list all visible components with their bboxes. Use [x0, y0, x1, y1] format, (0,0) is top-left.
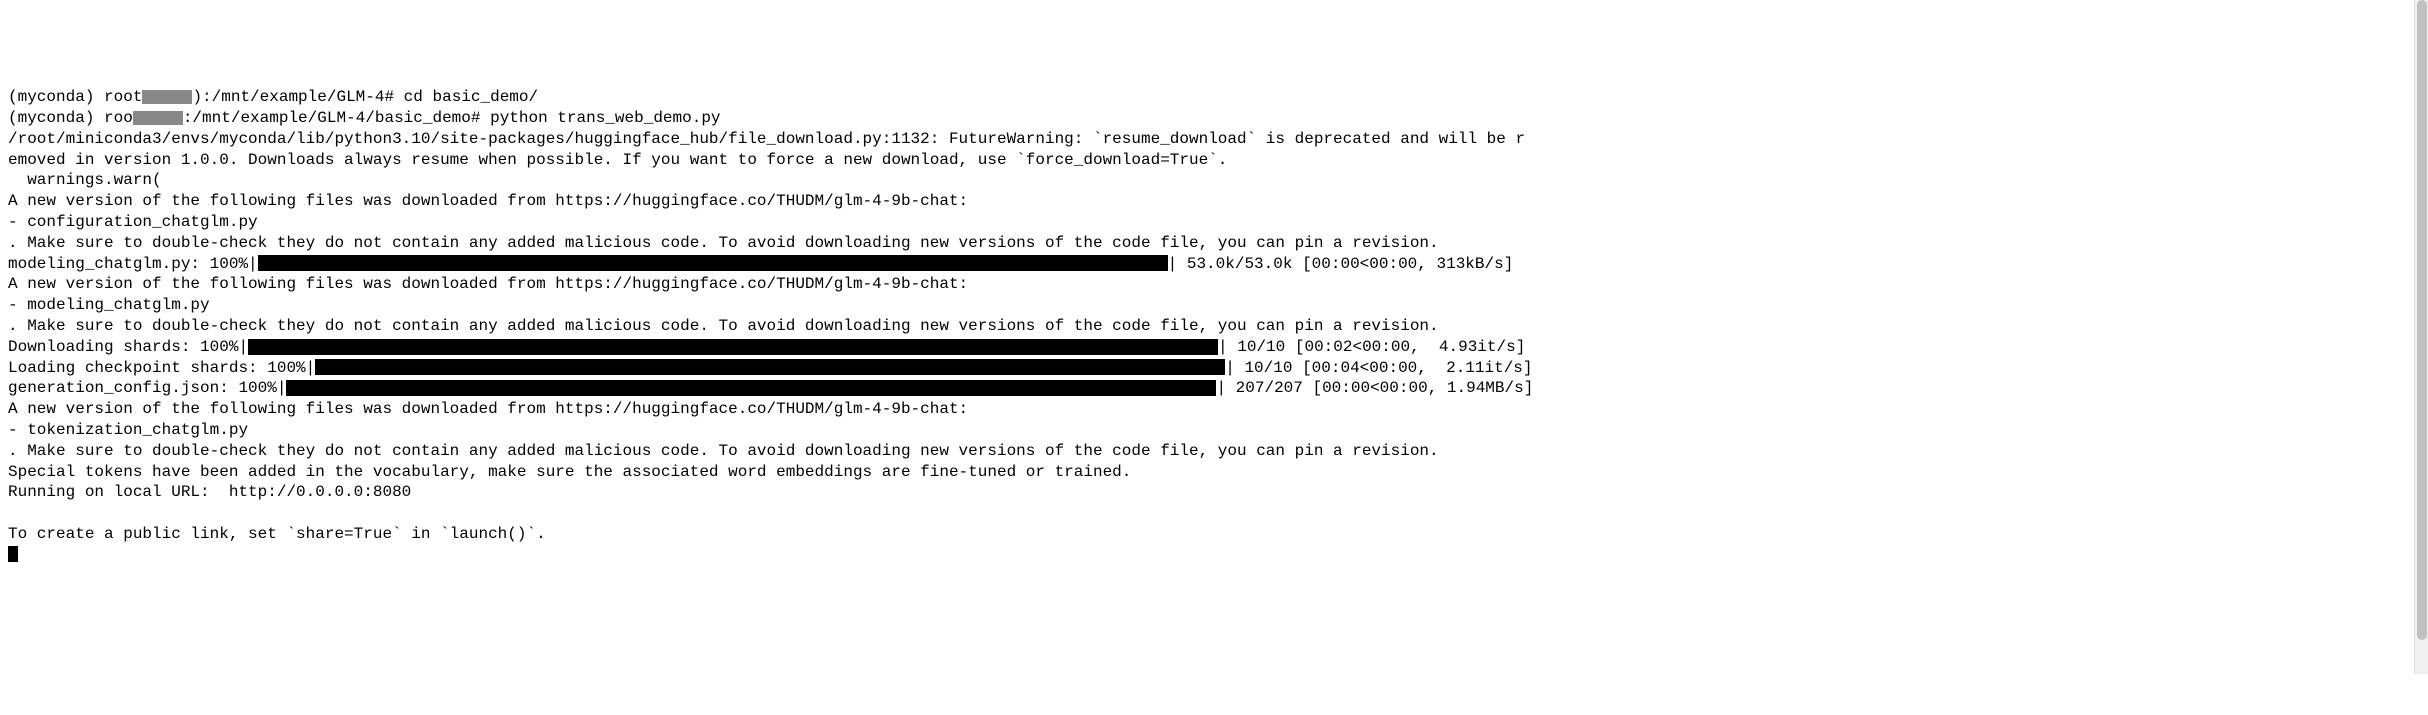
user-host: roo: [94, 109, 132, 127]
progress-label: generation_config.json: 100%|: [8, 379, 286, 397]
download-notice: A new version of the following files was…: [8, 274, 2420, 295]
vertical-scrollbar[interactable]: [2414, 0, 2428, 674]
progress-line: Downloading shards: 100%| | 10/10 [00:02<…: [8, 337, 2420, 358]
conda-env: (myconda): [8, 88, 94, 106]
prompt-line-1: (myconda) root ):/mnt/example/GLM-4# cd b…: [8, 87, 2420, 108]
warning-line: warnings.warn(: [8, 170, 2420, 191]
file-item: - tokenization_chatglm.py: [8, 420, 2420, 441]
terminal-cursor: [8, 546, 18, 562]
progress-bar: [248, 339, 1218, 355]
warning-line: /root/miniconda3/envs/myconda/lib/python…: [8, 129, 2420, 150]
scrollbar-thumb[interactable]: [2417, 0, 2427, 640]
warning-line: emoved in version 1.0.0. Downloads alway…: [8, 150, 2420, 171]
security-notice: . Make sure to double-check they do not …: [8, 233, 2420, 254]
progress-stats: | 53.0k/53.0k [00:00<00:00, 313kB/s]: [1168, 255, 1514, 273]
path: ):/mnt/example/GLM-4#: [192, 88, 394, 106]
share-hint: To create a public link, set `share=True…: [8, 524, 2420, 545]
progress-label: Downloading shards: 100%|: [8, 338, 248, 356]
path: :/mnt/example/GLM-4/basic_demo#: [183, 109, 481, 127]
cursor-line: [8, 545, 2420, 566]
progress-bar: [286, 380, 1216, 396]
security-notice: . Make sure to double-check they do not …: [8, 316, 2420, 337]
command: python trans_web_demo.py: [480, 109, 720, 127]
security-notice: . Make sure to double-check they do not …: [8, 441, 2420, 462]
progress-bar: [258, 255, 1168, 271]
file-item: - configuration_chatglm.py: [8, 212, 2420, 233]
progress-label: Loading checkpoint shards: 100%|: [8, 359, 315, 377]
download-notice: A new version of the following files was…: [8, 399, 2420, 420]
terminal-output[interactable]: (myconda) root ):/mnt/example/GLM-4# cd b…: [8, 87, 2420, 565]
progress-label: modeling_chatglm.py: 100%|: [8, 255, 258, 273]
progress-line: modeling_chatglm.py: 100%| | 53.0k/53.0k …: [8, 254, 2420, 275]
file-item: - modeling_chatglm.py: [8, 295, 2420, 316]
progress-line: generation_config.json: 100%| | 207/207 […: [8, 378, 2420, 399]
tokens-notice: Special tokens have been added in the vo…: [8, 462, 2420, 483]
command: cd basic_demo/: [394, 88, 538, 106]
blank-line: [8, 503, 2420, 524]
redacted-hostname: [142, 90, 192, 104]
progress-stats: | 10/10 [00:02<00:00, 4.93it/s]: [1218, 338, 1525, 356]
progress-stats: | 207/207 [00:00<00:00, 1.94MB/s]: [1216, 379, 1533, 397]
server-url: Running on local URL: http://0.0.0.0:808…: [8, 482, 2420, 503]
progress-bar: [315, 359, 1225, 375]
conda-env: (myconda): [8, 109, 94, 127]
user-host: root: [94, 88, 142, 106]
progress-line: Loading checkpoint shards: 100%| | 10/10 …: [8, 358, 2420, 379]
progress-stats: | 10/10 [00:04<00:00, 2.11it/s]: [1225, 359, 1532, 377]
download-notice: A new version of the following files was…: [8, 191, 2420, 212]
prompt-line-2: (myconda) roo :/mnt/example/GLM-4/basic_d…: [8, 108, 2420, 129]
redacted-hostname: [133, 111, 183, 125]
